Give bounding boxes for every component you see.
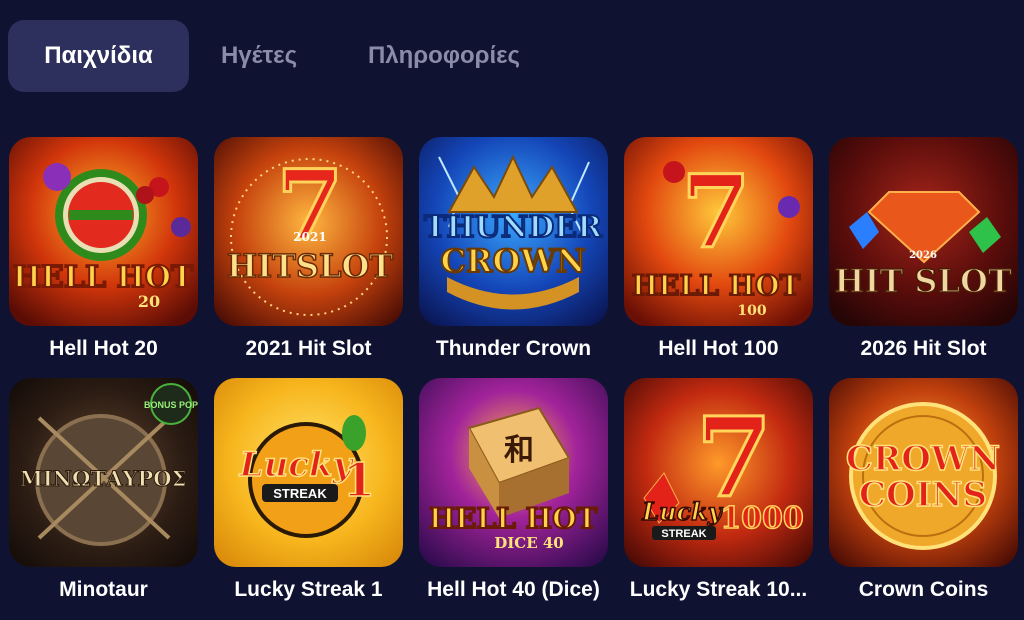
game-thumbnail[interactable]: 7 2021 HITSLOT xyxy=(214,137,403,326)
svg-text:DICE 40: DICE 40 xyxy=(494,534,564,552)
seven-icon: 7 HELL HOT 100 xyxy=(624,137,813,326)
game-title: Crown Coins xyxy=(858,578,989,601)
tab-games[interactable]: Παιχνίδια xyxy=(8,20,189,92)
game-thumbnail[interactable]: Lucky STREAK 1 xyxy=(214,378,403,567)
tab-info[interactable]: Πληροφορίες xyxy=(329,20,559,92)
svg-text:THUNDER: THUNDER xyxy=(424,210,603,245)
tab-leaders[interactable]: Ηγέτες xyxy=(189,20,329,92)
game-title: Hell Hot 100 xyxy=(658,337,779,360)
watermelon-icon: HELL HOT 20 xyxy=(9,137,198,326)
svg-text:7: 7 xyxy=(277,149,344,262)
game-card-hell-hot-20[interactable]: HELL HOT 20 Hell Hot 20 xyxy=(9,137,198,378)
game-thumbnail[interactable]: CROWN COINS xyxy=(829,378,1018,567)
game-title: Lucky Streak 10... xyxy=(629,578,808,601)
lemon-icon: Lucky STREAK 1 xyxy=(214,378,403,567)
svg-text:ΜΙΝΩΤΑΥΡΟΣ: ΜΙΝΩΤΑΥΡΟΣ xyxy=(20,466,187,491)
svg-text:Lucky: Lucky xyxy=(239,445,355,485)
svg-text:HIT SLOT: HIT SLOT xyxy=(834,262,1012,300)
game-thumbnail[interactable]: HELL HOT 20 xyxy=(9,137,198,326)
svg-text:7: 7 xyxy=(681,153,751,271)
bonus-pop-badge: BONUS POP xyxy=(144,400,198,410)
svg-text:1000: 1000 xyxy=(720,501,804,536)
svg-text:2026: 2026 xyxy=(909,250,937,261)
coin-icon: CROWN COINS xyxy=(829,378,1018,567)
svg-text:2021: 2021 xyxy=(293,230,326,244)
game-thumbnail[interactable]: 和 HELL HOT DICE 40 xyxy=(419,378,608,567)
game-thumbnail[interactable]: 7 Lucky STREAK 1000 xyxy=(624,378,813,567)
diamond-icon: 2026 HIT SLOT xyxy=(829,137,1018,326)
game-card-lucky-streak-1[interactable]: Lucky STREAK 1 Lucky Streak 1 xyxy=(214,378,403,619)
crown-icon: THUNDER CROWN xyxy=(419,137,608,326)
game-title: Hell Hot 40 (Dice) xyxy=(427,578,600,601)
game-card-hell-hot-40-dice[interactable]: 和 HELL HOT DICE 40 Hell Hot 40 (Dice) xyxy=(419,378,608,619)
game-title: 2026 Hit Slot xyxy=(860,337,987,360)
game-thumbnail[interactable]: ΜΙΝΩΤΑΥΡΟΣ BONUS POP xyxy=(9,378,198,567)
svg-text:20: 20 xyxy=(138,292,160,311)
game-title: Thunder Crown xyxy=(435,337,592,360)
svg-text:HELL HOT: HELL HOT xyxy=(632,269,801,302)
svg-text:HITSLOT: HITSLOT xyxy=(227,247,394,285)
game-thumbnail[interactable]: 7 HELL HOT 100 xyxy=(624,137,813,326)
game-card-minotaur[interactable]: ΜΙΝΩΤΑΥΡΟΣ BONUS POP Minotaur xyxy=(9,378,198,619)
game-thumbnail[interactable]: 2026 HIT SLOT xyxy=(829,137,1018,326)
svg-text:和: 和 xyxy=(504,433,534,468)
seven-icon: 7 Lucky STREAK 1000 xyxy=(624,378,813,567)
svg-text:HELL HOT: HELL HOT xyxy=(13,260,194,295)
game-title: Minotaur xyxy=(59,578,148,601)
svg-text:Lucky: Lucky xyxy=(641,497,724,526)
shield-icon: ΜΙΝΩΤΑΥΡΟΣ BONUS POP xyxy=(9,378,198,567)
game-card-thunder-crown[interactable]: THUNDER CROWN Thunder Crown xyxy=(419,137,608,378)
svg-text:CROWN: CROWN xyxy=(846,439,1000,479)
seven-icon: 7 2021 HITSLOT xyxy=(214,137,403,326)
game-card-lucky-streak-1000[interactable]: 7 Lucky STREAK 1000 Lucky Streak 10... xyxy=(624,378,813,619)
game-tabs: Παιχνίδια Ηγέτες Πληροφορίες xyxy=(8,20,559,92)
game-thumbnail[interactable]: THUNDER CROWN xyxy=(419,137,608,326)
game-card-2021-hit-slot[interactable]: 7 2021 HITSLOT 2021 Hit Slot xyxy=(214,137,403,378)
dice-icon: 和 HELL HOT DICE 40 xyxy=(419,378,608,567)
game-title: 2021 Hit Slot xyxy=(245,337,372,360)
game-card-crown-coins[interactable]: CROWN COINS Crown Coins xyxy=(829,378,1018,619)
svg-text:COINS: COINS xyxy=(859,475,987,515)
svg-text:100: 100 xyxy=(737,303,766,319)
games-grid: HELL HOT 20 Hell Hot 20 7 2021 HITSLOT 2… xyxy=(9,137,1019,619)
game-card-hell-hot-100[interactable]: 7 HELL HOT 100 Hell Hot 100 xyxy=(624,137,813,378)
svg-text:STREAK: STREAK xyxy=(273,486,327,501)
game-title: Hell Hot 20 xyxy=(49,337,158,360)
svg-text:CROWN: CROWN xyxy=(440,242,585,280)
svg-text:STREAK: STREAK xyxy=(661,528,706,540)
game-title: Lucky Streak 1 xyxy=(234,578,383,601)
game-card-2026-hit-slot[interactable]: 2026 HIT SLOT 2026 Hit Slot xyxy=(829,137,1018,378)
svg-text:1: 1 xyxy=(343,453,375,507)
svg-text:HELL HOT: HELL HOT xyxy=(429,502,598,535)
